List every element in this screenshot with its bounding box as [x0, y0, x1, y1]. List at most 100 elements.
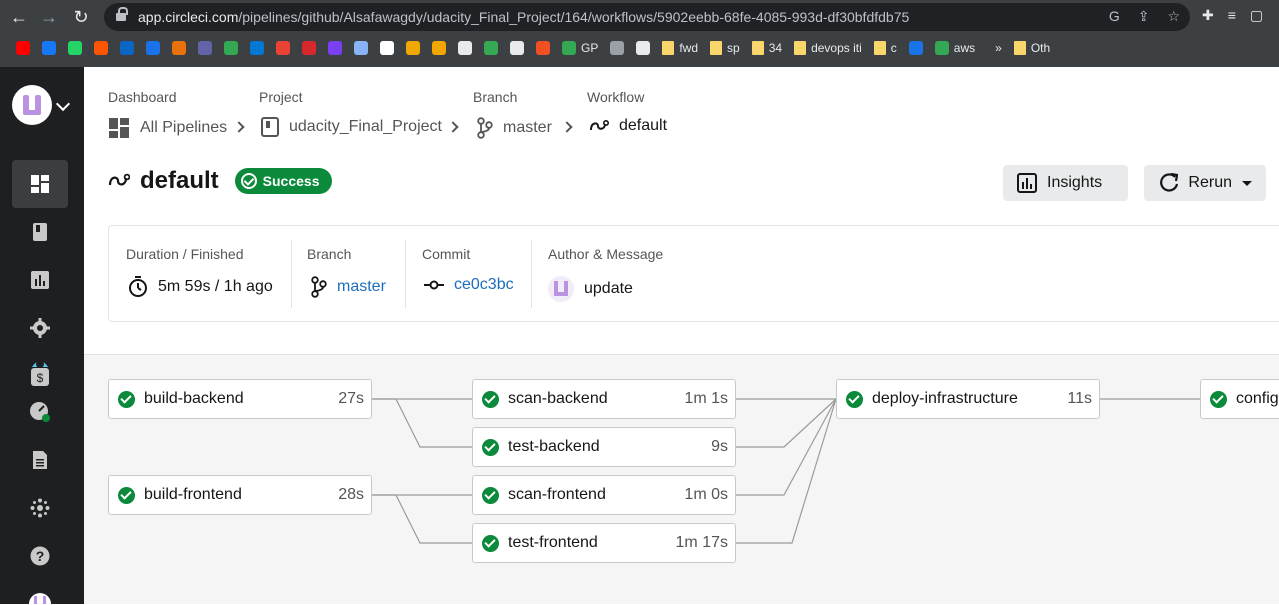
bookmark-item[interactable] — [348, 37, 374, 59]
pen-icon — [610, 41, 625, 55]
drive-icon — [224, 41, 238, 55]
divider — [405, 240, 406, 308]
breadcrumb-dashboard-label: Dashboard — [108, 89, 177, 105]
job-build-backend[interactable]: build-backend 27s — [108, 379, 372, 419]
bookmark-item[interactable] — [604, 37, 630, 59]
svg-text:$: $ — [37, 371, 44, 385]
bookmark-item[interactable] — [114, 37, 140, 59]
commit-icon — [424, 280, 444, 290]
bookmark-item[interactable]: GP — [556, 37, 604, 59]
bookmark-item[interactable] — [452, 37, 478, 59]
sidebar-item-dashboard[interactable] — [12, 160, 68, 208]
chevron-down-icon[interactable] — [55, 96, 71, 112]
book-icon — [33, 223, 47, 241]
breadcrumb-all-pipelines[interactable]: All Pipelines — [108, 117, 227, 139]
window-icon[interactable]: ▢ — [1250, 7, 1263, 24]
infinity-icon — [432, 41, 446, 55]
reload-icon[interactable]: ↻ — [70, 6, 92, 28]
job-scan-frontend[interactable]: scan-frontend 1m 0s — [472, 475, 736, 515]
bookmarks-more-button[interactable]: » — [989, 37, 1008, 59]
bookmark-item[interactable] — [530, 37, 556, 59]
sidebar-item-projects[interactable] — [12, 208, 68, 256]
microsoft-icon — [536, 41, 550, 55]
rerun-button[interactable]: Rerun — [1144, 165, 1266, 201]
sidebar-item-settings[interactable] — [12, 304, 68, 352]
breadcrumb-project-label: Project — [259, 89, 303, 105]
document-icon — [33, 451, 47, 469]
commit-link[interactable]: ce0c3bc — [424, 276, 514, 294]
bookmark-item[interactable] — [140, 37, 166, 59]
sidebar-item-help[interactable]: ? — [12, 532, 68, 580]
branch-icon — [477, 117, 493, 139]
bookmarks-bar: GP fwd sp 34 devops iti c aws » Oth — [0, 36, 1279, 60]
bookmark-item[interactable]: aws — [929, 37, 981, 59]
bookmark-item[interactable] — [630, 37, 656, 59]
address-bar[interactable]: app.circleci.com/pipelines/github/Alsafa… — [104, 3, 1190, 31]
bookmark-item[interactable]: fwd — [656, 37, 704, 59]
infinity-icon — [406, 41, 420, 55]
bookmark-item[interactable] — [166, 37, 192, 59]
job-scan-backend[interactable]: scan-backend 1m 1s — [472, 379, 736, 419]
mega-icon — [302, 41, 316, 55]
user-avatar[interactable] — [29, 593, 51, 604]
sidebar-item-docs[interactable] — [12, 436, 68, 484]
star-icon[interactable]: ☆ — [1167, 8, 1180, 25]
other-bookmarks-folder[interactable]: Oth — [1008, 37, 1056, 59]
share-icon[interactable]: ⇪ — [1138, 8, 1150, 25]
job-test-frontend[interactable]: test-frontend 1m 17s — [472, 523, 736, 563]
check-circle-icon — [482, 438, 499, 456]
org-avatar[interactable] — [12, 85, 52, 125]
bookmark-item[interactable]: devops iti — [788, 37, 868, 59]
facebook-icon — [42, 41, 56, 55]
bookmark-item[interactable]: c — [868, 37, 903, 59]
sidebar-item-integrations[interactable] — [12, 484, 68, 532]
sidebar-item-status[interactable] — [12, 388, 68, 436]
bookmark-item[interactable] — [478, 37, 504, 59]
sidebar-item-insights[interactable] — [12, 256, 68, 304]
bookmark-item[interactable]: 34 — [746, 37, 788, 59]
insights-button[interactable]: Insights — [1003, 165, 1128, 201]
bookmark-item[interactable] — [36, 37, 62, 59]
job-build-frontend[interactable]: build-frontend 28s — [108, 475, 372, 515]
bookmark-item[interactable] — [400, 37, 426, 59]
bookmark-item[interactable] — [426, 37, 452, 59]
drive-icon — [562, 41, 576, 55]
bookmark-item[interactable] — [270, 37, 296, 59]
bookmark-item[interactable] — [322, 37, 348, 59]
workflow-summary: Duration / Finished 5m 59s / 1h ago Bran… — [108, 225, 1279, 322]
bookmark-item[interactable]: sp — [704, 37, 746, 59]
google-icon[interactable]: G — [1109, 8, 1120, 25]
bookmark-item[interactable] — [903, 37, 929, 59]
forward-arrow-icon[interactable]: → — [38, 6, 60, 28]
bookmark-item[interactable] — [218, 37, 244, 59]
bookmark-item[interactable] — [374, 37, 400, 59]
breadcrumb-project[interactable]: udacity_Final_Project — [261, 117, 442, 137]
help-icon: ? — [30, 546, 50, 566]
bookmark-item[interactable] — [244, 37, 270, 59]
billing-icon: $ — [31, 360, 49, 386]
back-arrow-icon[interactable]: ← — [8, 6, 30, 28]
bookmark-item[interactable] — [296, 37, 322, 59]
whatsapp-icon — [68, 41, 82, 55]
bookmark-item[interactable] — [192, 37, 218, 59]
reading-list-icon[interactable]: ≡ — [1228, 7, 1236, 24]
play-icon — [908, 41, 923, 55]
network-icon — [30, 498, 50, 518]
dashboard-icon — [109, 118, 129, 138]
bookmark-item[interactable] — [504, 37, 530, 59]
bookmark-item[interactable] — [88, 37, 114, 59]
status-badge: Success — [234, 168, 332, 194]
bookmark-item[interactable] — [62, 37, 88, 59]
job-test-backend[interactable]: test-backend 9s — [472, 427, 736, 467]
breadcrumb-branch[interactable]: master — [477, 117, 552, 139]
timer-icon — [129, 276, 147, 297]
google-icon — [380, 41, 394, 55]
browser-chrome: ← → ↻ app.circleci.com/pipelines/github/… — [0, 0, 1279, 67]
bookmark-item[interactable] — [10, 37, 36, 59]
extensions-icon[interactable]: ✚ — [1202, 7, 1214, 24]
linkedin-icon — [120, 41, 134, 55]
breadcrumb-workflow[interactable]: default — [589, 117, 667, 135]
job-configure-infrastructure[interactable]: configure-infrastructure — [1200, 379, 1279, 419]
job-deploy-infrastructure[interactable]: deploy-infrastructure 11s — [836, 379, 1100, 419]
branch-link[interactable]: master — [311, 276, 386, 298]
